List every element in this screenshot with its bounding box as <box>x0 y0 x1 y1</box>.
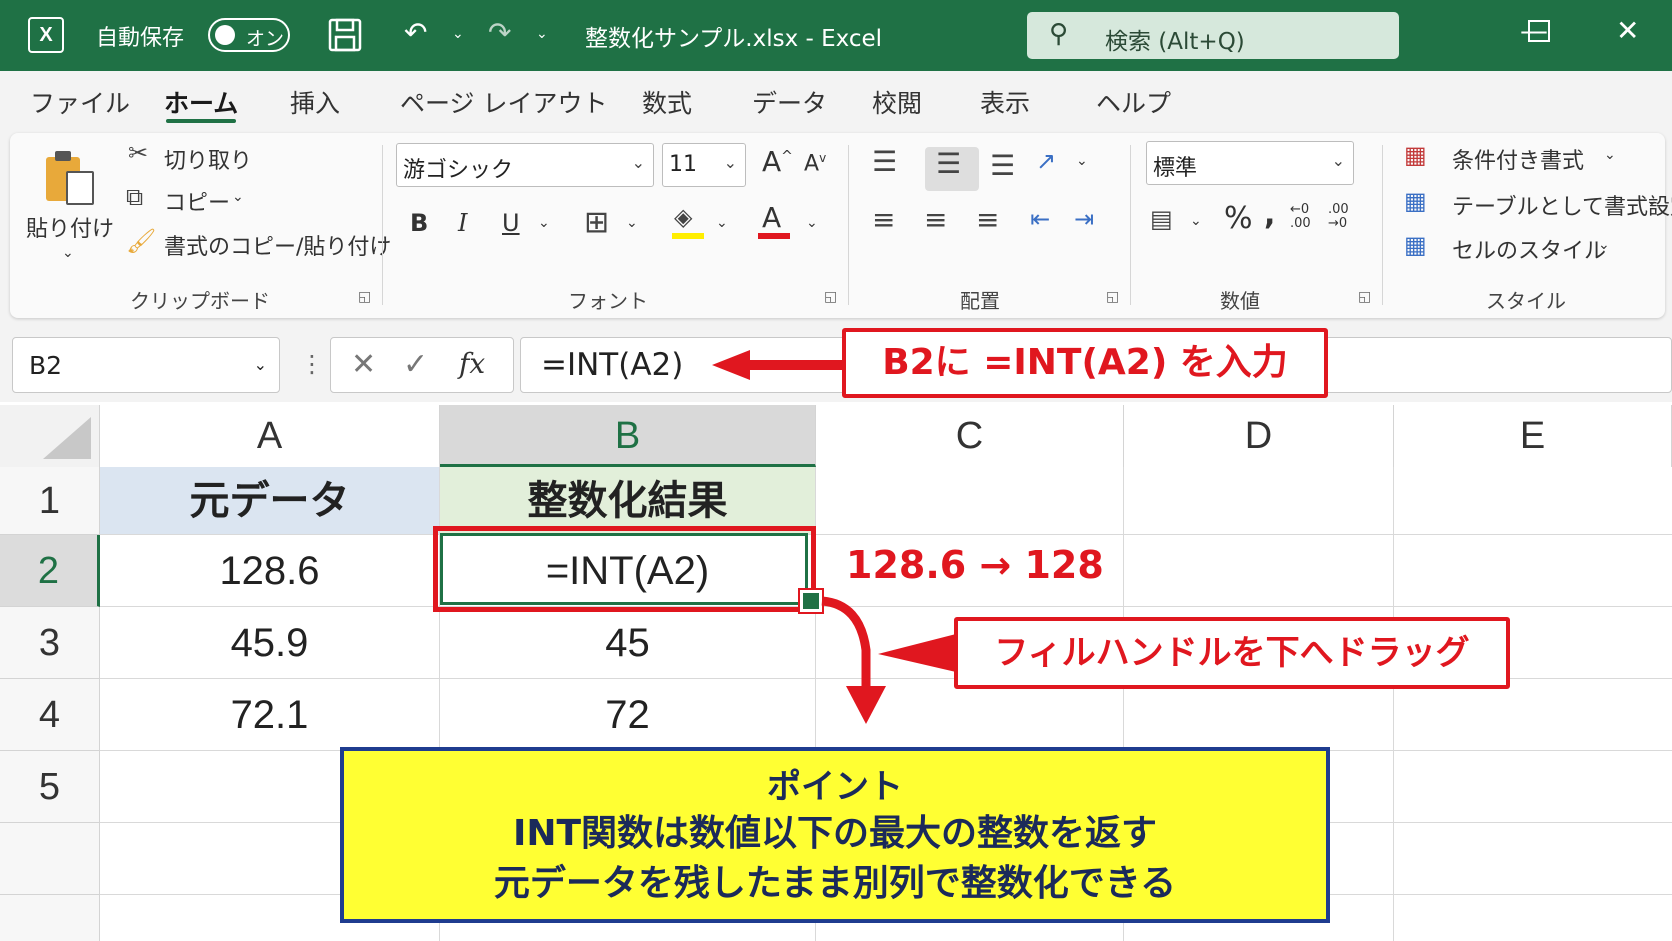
fill-handle-callout: フィルハンドルを下へドラッグ <box>954 617 1510 689</box>
point-note: ポイント INT関数は数値以下の最大の整数を返す 元データを残したまま別列で整数… <box>340 747 1330 923</box>
point-line-2: 元データを残したまま別列で整数化できる <box>493 863 1177 904</box>
point-title: ポイント <box>767 767 903 807</box>
drag-arrow-shaft <box>821 596 871 688</box>
excel-window: X 自動保存 オン ↶ ⌄ ↷ ⌄ 整数化サンプル.xlsx - Excel ⚲… <box>0 0 1672 941</box>
point-line-1: INT関数は数値以下の最大の整数を返す <box>512 813 1158 854</box>
formula-callout: B2に =INT(A2) を入力 <box>842 328 1328 398</box>
formula-arrow <box>712 350 842 380</box>
result-note: 128.6 → 128 <box>846 543 1104 587</box>
fill-callout-pointer <box>878 634 956 672</box>
drag-arrow-head <box>846 686 886 724</box>
